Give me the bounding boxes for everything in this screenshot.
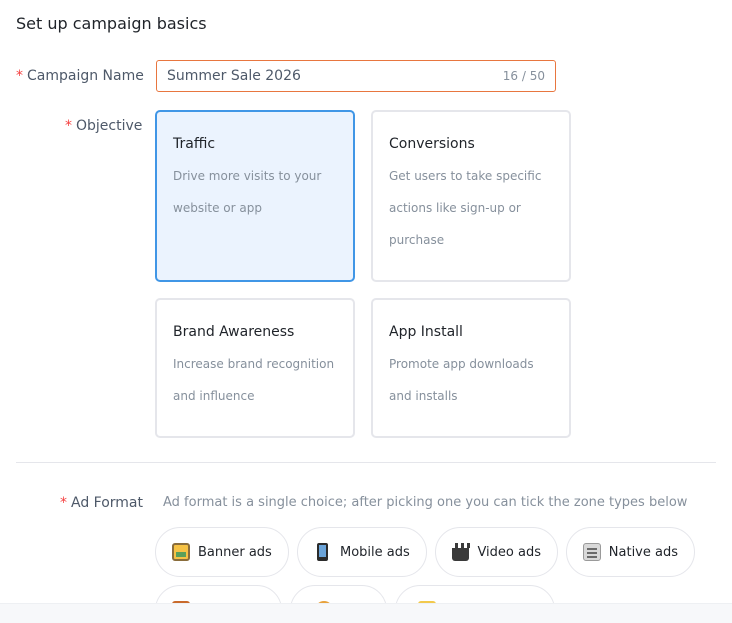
objective-card-title: App Install xyxy=(389,324,463,340)
ad-format-option-mobile[interactable]: Mobile ads xyxy=(297,527,427,577)
objective-card-conversions[interactable]: Conversions Get users to take specific a… xyxy=(371,110,571,282)
objective-label: * Objective xyxy=(65,118,142,134)
ad-format-option-video[interactable]: Video ads xyxy=(435,527,558,577)
ad-format-option-label: Native ads xyxy=(608,544,678,560)
description-line: purchase xyxy=(389,233,445,247)
description-line: Drive more visits to your xyxy=(173,169,322,183)
ad-format-hint: Ad format is a single choice; after pick… xyxy=(163,495,688,510)
objective-card-title: Conversions xyxy=(389,136,475,152)
required-mark: * xyxy=(60,495,67,511)
description-line: actions like sign-up or xyxy=(389,201,521,215)
image-frame-icon xyxy=(172,543,190,561)
mobile-phone-icon xyxy=(317,543,328,561)
campaign-name-input[interactable] xyxy=(167,61,487,91)
objective-card-app-install[interactable]: App Install Promote app downloads and in… xyxy=(371,298,571,438)
required-mark: * xyxy=(65,118,72,134)
ad-format-option-label: Banner ads xyxy=(198,544,272,560)
objective-card-title: Traffic xyxy=(173,136,216,152)
description-line: Increase brand recognition xyxy=(173,357,335,371)
objective-card-traffic[interactable]: Traffic Drive more visits to your websit… xyxy=(155,110,355,282)
description-line: website or app xyxy=(173,201,262,215)
ad-format-option-banner[interactable]: Banner ads xyxy=(155,527,289,577)
campaign-name-field[interactable]: 16 / 50 xyxy=(156,60,556,92)
objective-label-text: Objective xyxy=(76,118,143,134)
campaign-name-label-text: Campaign Name xyxy=(27,68,144,84)
section-divider xyxy=(16,462,716,463)
ad-format-option-native[interactable]: Native ads xyxy=(566,527,695,577)
clapperboard-icon xyxy=(452,543,471,561)
objective-card-brand-awareness[interactable]: Brand Awareness Increase brand recogniti… xyxy=(155,298,355,438)
description-line: and influence xyxy=(173,389,255,403)
ad-format-option-label: Mobile ads xyxy=(340,544,410,560)
page-title: Set up campaign basics xyxy=(16,14,207,33)
description-line: Get users to take specific xyxy=(389,169,542,183)
ad-format-label-text: Ad Format xyxy=(71,495,144,511)
objective-card-description: Get users to take specific actions like … xyxy=(389,160,553,256)
objective-card-title: Brand Awareness xyxy=(173,324,295,340)
objective-card-description: Increase brand recognition and influence xyxy=(173,348,337,412)
char-counter: 16 / 50 xyxy=(502,69,545,83)
description-line: Promote app downloads xyxy=(389,357,534,371)
objective-card-description: Promote app downloads and installs xyxy=(389,348,553,412)
bottom-action-bar xyxy=(0,603,732,623)
objective-card-description: Drive more visits to your website or app xyxy=(173,160,337,224)
ad-format-option-label: Video ads xyxy=(477,544,541,560)
newspaper-icon xyxy=(583,543,601,561)
description-line: and installs xyxy=(389,389,458,403)
ad-format-label: * Ad Format xyxy=(60,495,143,511)
campaign-name-label: * Campaign Name xyxy=(16,68,144,84)
required-mark: * xyxy=(16,68,23,84)
